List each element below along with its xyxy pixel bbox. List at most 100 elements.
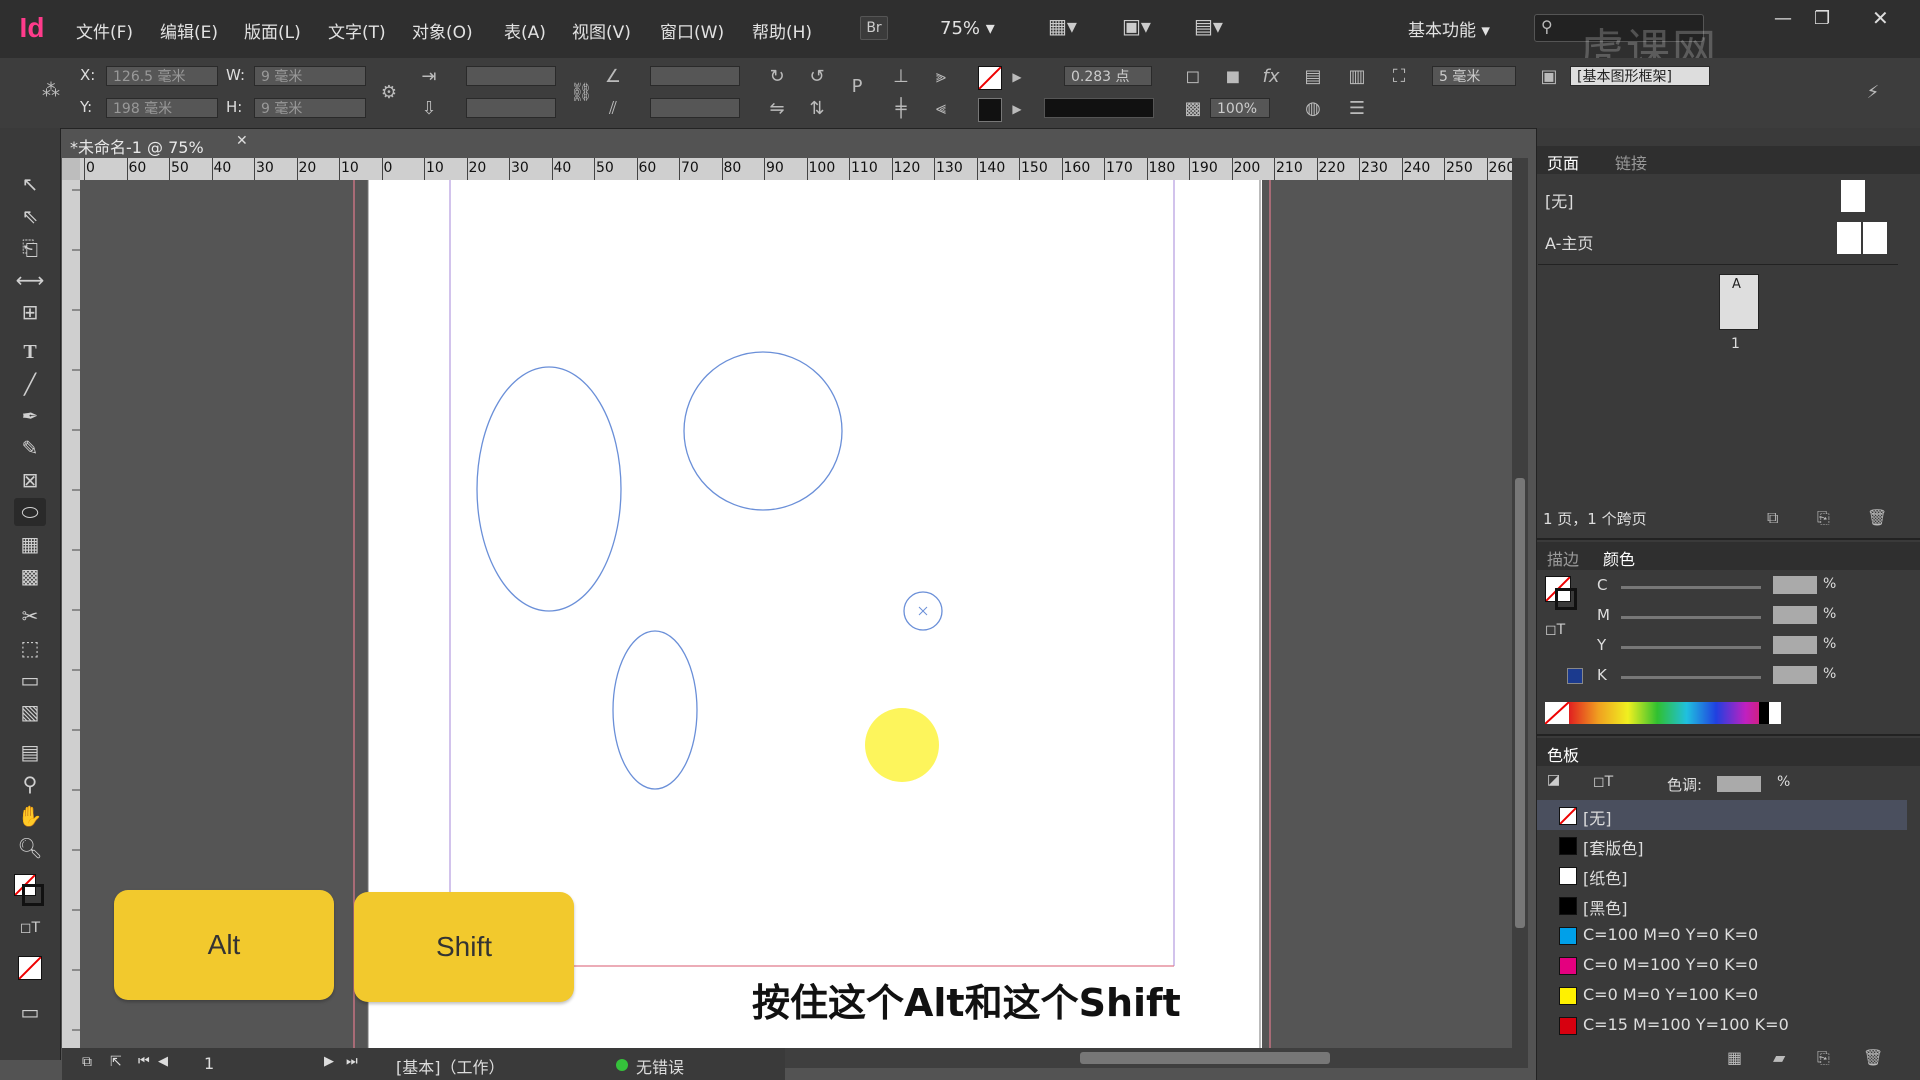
close-tab-icon[interactable]: ✕ [236,133,248,149]
spectrum-white-chip[interactable] [1769,702,1781,724]
ruler-origin[interactable] [62,158,80,180]
swatch-row-registration[interactable]: [套版色] [1537,830,1907,860]
first-page-icon[interactable]: ⏮ [138,1054,150,1069]
pen-tool-icon[interactable]: ✒ [14,402,46,430]
swatch-row-cyan[interactable]: C=100 M=0 Y=0 K=0 [1537,920,1907,950]
tint-field[interactable] [1717,776,1761,792]
grid-tool-icon[interactable]: ▩ [14,562,46,590]
gradient-feather-icon[interactable]: ◼ [1222,66,1244,88]
menu-window[interactable]: 窗口(W) [660,18,724,43]
channel-y-slider[interactable] [1621,646,1761,649]
table-tool-icon[interactable]: ▦ [14,530,46,558]
pencil-tool-icon[interactable]: ✎ [14,434,46,462]
restore-icon[interactable]: ❐ [1814,8,1830,29]
content-collector-icon[interactable]: ⊞ [14,298,46,326]
text-wrap-icon[interactable]: ▤ [1302,66,1324,88]
preflight-errors[interactable]: 无错误 [636,1054,684,1078]
view-options-icon[interactable]: ▦▾ [1048,14,1088,40]
channel-c-slider[interactable] [1621,586,1761,589]
screen-mode-icon[interactable]: ▭ [14,998,46,1026]
menu-type[interactable]: 文字(T) [328,18,386,43]
menu-layout[interactable]: 版面(L) [244,18,301,43]
menu-object[interactable]: 对象(O) [412,18,473,43]
swatch-row-paper[interactable]: [纸色] [1537,860,1907,890]
distribute-center-icon[interactable]: ⫷ [930,98,952,120]
container-text-toggle-icon[interactable]: ◻T [1593,774,1613,790]
scale-y-field[interactable] [466,98,556,118]
last-page-icon[interactable]: ⏭ [346,1054,358,1069]
eyedropper-tool-icon[interactable]: ⚲ [14,770,46,798]
last-color-swatch[interactable] [1567,668,1583,684]
tab-stroke[interactable]: 描边 [1547,546,1579,570]
bridge-button[interactable]: Br [860,16,888,40]
new-page-icon[interactable]: ⎘ [1817,508,1830,528]
constrain-proportions-icon[interactable]: ⚙ [378,82,400,104]
spectrum-none-chip[interactable] [1544,701,1570,725]
object-fit-icon[interactable]: ◍ [1302,98,1324,120]
channel-k-field[interactable] [1773,666,1817,684]
menu-view[interactable]: 视图(V) [572,18,631,43]
fill-menu-arrow-icon[interactable]: ▶ [1006,66,1028,88]
next-page-icon[interactable]: ▶ [324,1054,334,1069]
workspace-switcher[interactable]: 基本功能 ▾ [1408,16,1490,41]
minimize-icon[interactable]: — [1774,8,1792,29]
align-center-icon[interactable]: ╪ [890,98,912,120]
horizontal-ruler[interactable]: 0 60 50 40 30 20 10 0 10 20 30 40 50 60 70 80 90 100 110 12… [62,158,1512,181]
page-1-thumbnail[interactable]: A [1719,274,1759,330]
tab-links[interactable]: 链接 [1615,150,1647,174]
close-icon[interactable]: ✕ [1872,6,1889,30]
frame-style-dropdown[interactable]: [基本图形框架] [1570,66,1710,86]
tab-pages[interactable]: 页面 [1547,150,1579,174]
fill-none-swatch[interactable] [978,66,1002,90]
scale-x-field[interactable] [466,66,556,86]
page-number-field[interactable]: 1 [204,1054,214,1073]
circle-shape[interactable] [683,351,843,511]
rotate-cw-icon[interactable]: ↻ [766,66,788,88]
effects-fx-icon[interactable]: fx [1260,66,1282,88]
align-top-icon[interactable]: ⊥ [890,66,912,88]
spectrum-black-chip[interactable] [1759,702,1769,724]
arrange-documents-icon[interactable]: ▤▾ [1194,14,1234,40]
height-field[interactable]: 9 毫米 [254,98,366,118]
note-tool-icon[interactable]: ▤ [14,738,46,766]
selected-small-circle[interactable] [903,591,943,631]
scale-x-icon[interactable]: ⇥ [418,66,440,88]
shear-field[interactable] [650,98,740,118]
menu-file[interactable]: 文件(F) [76,18,133,43]
menu-help[interactable]: 帮助(H) [752,18,812,43]
channel-y-field[interactable] [1773,636,1817,654]
free-transform-tool-icon[interactable]: ⬚ [14,634,46,662]
auto-fit-icon[interactable]: ⛶ [1388,66,1410,88]
horizontal-scroll-thumb[interactable] [1080,1052,1330,1064]
quick-apply-icon[interactable]: ⚡ [1862,82,1884,104]
color-spectrum-ramp[interactable] [1569,702,1775,724]
stroke-black-swatch[interactable] [978,98,1002,122]
direct-selection-tool-icon[interactable]: ⇖ [14,202,46,230]
rectangle-frame-tool-icon[interactable]: ⊠ [14,466,46,494]
drop-shadow-icon[interactable]: ◻ [1182,66,1204,88]
gradient-feather-tool-icon[interactable]: ▧ [14,698,46,726]
y-position-field[interactable]: 198 毫米 [106,98,218,118]
opacity-field[interactable]: 100% [1210,98,1270,118]
align-spread-icon[interactable]: ☰ [1346,98,1368,120]
stroke-weight-field[interactable]: 0.283 点 [1064,66,1152,86]
menu-edit[interactable]: 编辑(E) [160,18,218,43]
yellow-filled-circle[interactable] [865,708,939,782]
gradient-swatch-tool-icon[interactable]: ▭ [14,666,46,694]
page-tool-icon[interactable]: ⎗ [14,234,46,262]
spacing-field[interactable]: 5 毫米 [1432,66,1516,86]
stroke-menu-arrow-icon[interactable]: ▶ [1006,98,1028,120]
swatch-row-yellow[interactable]: C=0 M=0 Y=100 K=0 [1537,980,1907,1010]
rotate-ccw-icon[interactable]: ↺ [806,66,828,88]
small-ellipse[interactable] [612,630,698,790]
swatch-view-icon[interactable]: ▦ [1727,1048,1742,1067]
ellipse-tool-icon[interactable]: ⬭ [14,498,46,526]
hand-tool-icon[interactable]: ✋ [14,802,46,830]
zoom-tool-icon[interactable]: 🔍︎ [14,834,46,862]
delete-page-icon[interactable]: 🗑︎ [1867,508,1887,527]
tall-ellipse[interactable] [476,366,622,612]
type-tool-icon[interactable]: T [14,338,46,366]
distribute-icon[interactable]: ⫸ [930,66,952,88]
rotation-field[interactable] [650,66,740,86]
swatch-row-magenta[interactable]: C=0 M=100 Y=0 K=0 [1537,950,1907,980]
